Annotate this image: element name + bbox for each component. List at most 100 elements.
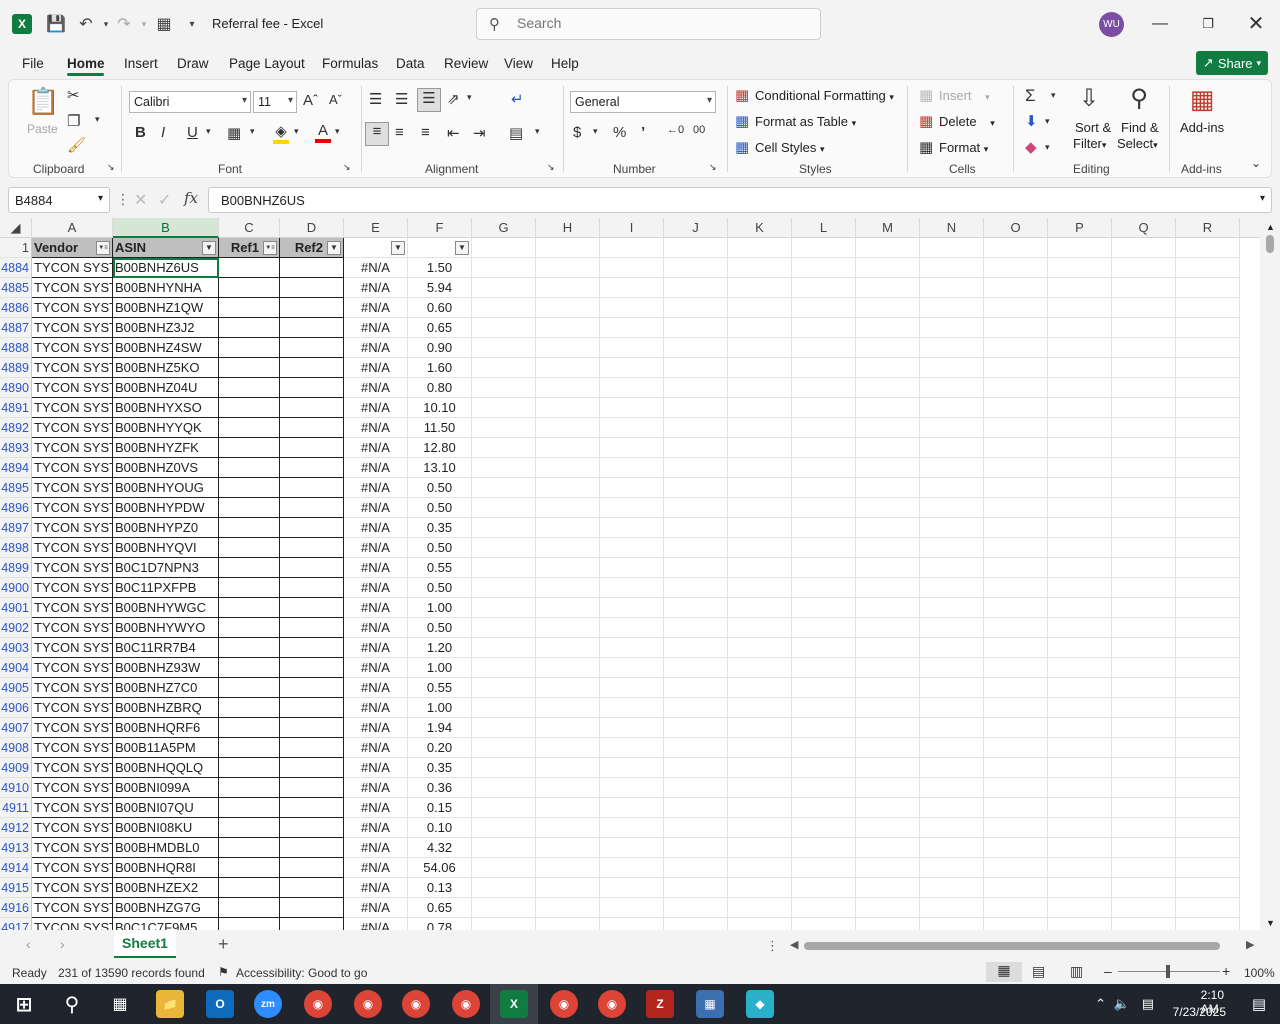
asin-cell[interactable]: B00BNHZEX2 [113,878,219,898]
empty-cell[interactable] [1048,738,1112,758]
empty-cell[interactable] [1048,778,1112,798]
empty-cell[interactable] [1112,738,1176,758]
column-header-c[interactable]: C [219,218,280,238]
ref2-cell[interactable] [280,738,344,758]
empty-cell[interactable] [984,278,1048,298]
row-number[interactable]: 4911 [0,798,32,818]
asin-cell[interactable]: B00BNHYOUG [113,478,219,498]
row-number[interactable]: 4915 [0,878,32,898]
empty-cell[interactable] [728,398,792,418]
empty-cell[interactable] [728,578,792,598]
empty-cell[interactable] [536,618,600,638]
empty-cell[interactable] [1112,678,1176,698]
empty-cell[interactable] [600,278,664,298]
ref1-cell[interactable] [219,398,280,418]
empty-cell[interactable] [1112,758,1176,778]
empty-cell[interactable] [728,498,792,518]
empty-cell[interactable] [920,838,984,858]
asin-cell[interactable]: B00BNHZ5KO [113,358,219,378]
empty-cell[interactable] [664,378,728,398]
ref1-cell[interactable] [219,838,280,858]
empty-cell[interactable] [856,478,920,498]
align-right-icon[interactable]: ≡ [421,124,430,141]
empty-cell[interactable] [472,438,536,458]
fee-cell[interactable]: 1.20 [408,638,472,658]
asin-cell[interactable]: B00BNHZ3J2 [113,318,219,338]
empty-cell[interactable] [728,358,792,378]
align-center-icon[interactable]: ≡ [395,124,404,141]
empty-cell[interactable] [664,238,728,258]
empty-cell[interactable] [472,898,536,918]
accessibility-status[interactable]: Accessibility: Good to go [236,966,367,980]
row-number[interactable]: 4892 [0,418,32,438]
empty-cell[interactable] [856,758,920,778]
column-header-n[interactable]: N [920,218,984,238]
paste-label[interactable]: Paste [27,122,58,136]
empty-cell[interactable] [728,558,792,578]
empty-cell[interactable] [728,438,792,458]
insert-cells-button[interactable]: Insert ▾ [939,88,990,103]
empty-cell[interactable] [984,738,1048,758]
empty-cell[interactable] [1048,618,1112,638]
ref2-cell[interactable] [280,418,344,438]
empty-cell[interactable] [664,778,728,798]
empty-cell[interactable] [984,898,1048,918]
ref2-cell[interactable] [280,258,344,278]
fee-cell[interactable]: 0.55 [408,678,472,698]
empty-cell[interactable] [600,858,664,878]
app-icon[interactable]: ◆ [746,990,774,1018]
lookup-cell[interactable]: #N/A [344,578,408,598]
empty-cell[interactable] [856,338,920,358]
vendor-cell[interactable]: TYCON SYSTE [32,438,113,458]
delete-cells-icon[interactable]: ▦ [919,112,933,130]
ref1-cell[interactable] [219,458,280,478]
ref2-cell[interactable] [280,298,344,318]
empty-cell[interactable] [664,598,728,618]
sort-filter-label-1[interactable]: Sort & [1075,120,1111,135]
empty-cell[interactable] [1112,278,1176,298]
header-cell[interactable]: ASIN ▼ [113,238,219,258]
row-number[interactable]: 4912 [0,818,32,838]
empty-cell[interactable] [536,518,600,538]
asin-cell[interactable]: B0C11RR7B4 [113,638,219,658]
empty-cell[interactable] [1048,638,1112,658]
filezilla-icon[interactable]: Z [646,990,674,1018]
fee-cell[interactable]: 0.50 [408,618,472,638]
empty-cell[interactable] [536,578,600,598]
page-break-view-icon[interactable]: ▥ [1070,963,1083,980]
empty-cell[interactable] [792,538,856,558]
empty-cell[interactable] [536,398,600,418]
fill-color-dropdown-icon[interactable]: ▾ [294,126,299,137]
column-header-r[interactable]: R [1176,218,1240,238]
ref2-cell[interactable] [280,778,344,798]
empty-cell[interactable] [536,258,600,278]
vendor-cell[interactable]: TYCON SYSTE [32,338,113,358]
empty-cell[interactable] [792,578,856,598]
asin-cell[interactable]: B00BNHYPDW [113,498,219,518]
empty-cell[interactable] [728,698,792,718]
empty-cell[interactable] [536,758,600,778]
vertical-scrollbar[interactable]: ▲ ▼ [1262,218,1278,930]
empty-cell[interactable] [920,818,984,838]
empty-cell[interactable] [728,778,792,798]
row-number[interactable]: 4904 [0,658,32,678]
vertical-scroll-thumb[interactable] [1266,235,1274,253]
empty-cell[interactable] [1176,838,1240,858]
empty-cell[interactable] [536,318,600,338]
vendor-cell[interactable]: TYCON SYSTE [32,418,113,438]
empty-cell[interactable] [472,278,536,298]
empty-cell[interactable] [728,598,792,618]
fee-cell[interactable]: 0.65 [408,898,472,918]
empty-cell[interactable] [1048,758,1112,778]
empty-cell[interactable] [600,298,664,318]
empty-cell[interactable] [664,558,728,578]
vendor-cell[interactable]: TYCON SYSTE [32,358,113,378]
empty-cell[interactable] [1048,598,1112,618]
empty-cell[interactable] [472,838,536,858]
empty-cell[interactable] [920,478,984,498]
asin-cell[interactable]: B00BNHZBRQ [113,698,219,718]
header-cell[interactable]: Ref1 ▼≡ [219,238,280,258]
empty-cell[interactable] [1048,478,1112,498]
empty-cell[interactable] [664,718,728,738]
empty-cell[interactable] [664,738,728,758]
